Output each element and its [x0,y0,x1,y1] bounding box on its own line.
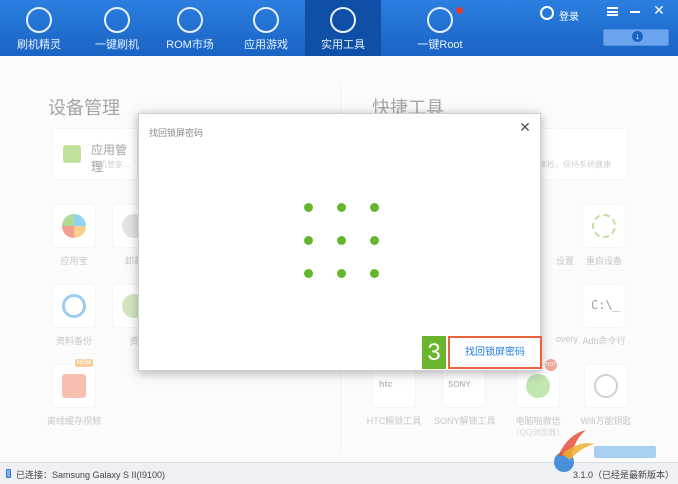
pattern-dot [304,269,313,278]
tab-label: 一键Root [417,39,463,51]
top-nav-bar: 刷机精灵 一键刷机 ROM市场 应用游戏 实用工具 一键Root 登录 ✕ ↓ [0,0,678,56]
grid-icon [330,7,356,33]
tab-one-click-root[interactable]: 一键Root [403,0,477,56]
phone-icon [6,469,11,478]
user-icon[interactable] [540,6,554,20]
recover-lock-dialog: 找回锁屏密码 ✕ 3 找回锁屏密码 [138,113,542,371]
menu-icon[interactable] [607,7,618,16]
login-link[interactable]: 登录 [559,8,579,23]
pattern-dot [337,269,346,278]
close-icon[interactable]: ✕ [652,3,666,17]
tab-apps-games[interactable]: 应用游戏 [229,0,303,56]
tab-label: 一键刷机 [95,39,139,51]
pattern-dot [370,203,379,212]
dialog-title: 找回锁屏密码 [149,128,204,138]
tab-label: ROM市场 [166,39,214,51]
tab-label: 应用游戏 [244,39,288,51]
root-icon [427,7,453,33]
pattern-dot [337,203,346,212]
close-icon[interactable]: ✕ [518,120,532,134]
recover-password-button[interactable]: 找回锁屏密码 [448,336,542,369]
pattern-dot [304,236,313,245]
window-controls: 登录 ✕ ↓ [528,0,678,56]
pattern-dot [370,236,379,245]
download-icon: ↓ [632,31,643,42]
shield-icon [26,7,52,33]
connection-status: 已连接：Samsung Galaxy S II(I9100) [16,470,166,480]
download-button[interactable]: ↓ [603,29,669,46]
cursor-icon [104,7,130,33]
tab-label: 刷机精灵 [17,39,61,51]
pattern-dot [337,236,346,245]
mail-icon [253,7,279,33]
tab-flash-wizard[interactable]: 刷机精灵 [2,0,76,56]
tab-rom-market[interactable]: ROM市场 [153,0,227,56]
tab-one-click-flash[interactable]: 一键刷机 [80,0,154,56]
pattern-dot [370,269,379,278]
app-window: 刷机精灵 一键刷机 ROM市场 应用游戏 实用工具 一键Root 登录 ✕ ↓ … [0,0,678,484]
rom-icon [177,7,203,33]
tab-label: 实用工具 [321,39,365,51]
watermark-logo [554,430,656,472]
tab-utility-tools[interactable]: 实用工具 [305,0,381,56]
notification-dot [456,7,463,14]
minimize-icon[interactable] [630,11,640,13]
step-number: 3 [422,336,446,369]
pattern-dot [304,203,313,212]
